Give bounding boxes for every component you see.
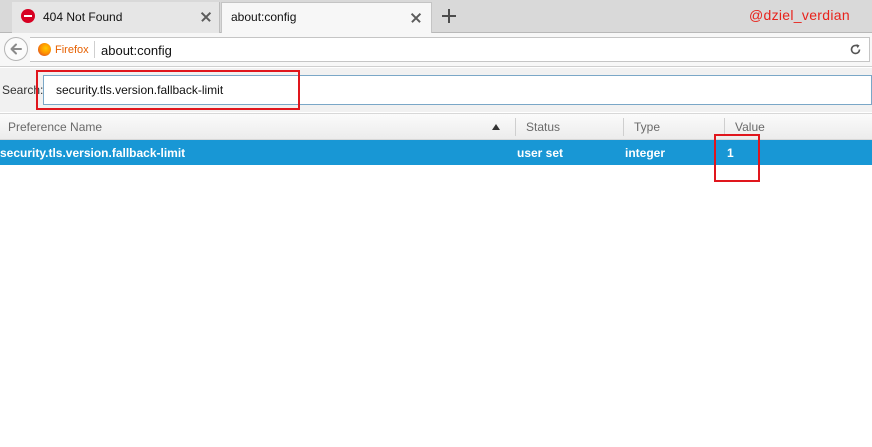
navigation-bar: Firefox about:config	[0, 33, 872, 67]
close-icon[interactable]	[408, 10, 424, 26]
preference-name-cell: security.tls.version.fallback-limit	[0, 146, 186, 160]
search-label: Search:	[2, 83, 44, 97]
reload-icon[interactable]	[849, 43, 862, 56]
firefox-logo-icon	[38, 43, 51, 56]
close-icon[interactable]	[198, 9, 214, 25]
identity-box[interactable]: Firefox	[38, 43, 89, 56]
tab-title: about:config	[231, 10, 297, 24]
column-divider[interactable]	[724, 118, 725, 136]
tab-about-config[interactable]: about:config	[221, 2, 432, 34]
column-header-row: Preference Name Status Type Value	[0, 113, 872, 140]
table-row[interactable]: security.tls.version.fallback-limit user…	[0, 140, 872, 165]
column-divider[interactable]	[515, 118, 516, 136]
identity-separator	[94, 41, 95, 58]
search-input[interactable]	[43, 75, 872, 105]
arrow-left-icon	[10, 43, 22, 55]
sort-ascending-icon	[492, 124, 500, 130]
tab-strip: 404 Not Found about:config @dziel_verdia…	[0, 0, 872, 34]
tab-404-not-found[interactable]: 404 Not Found	[12, 2, 220, 33]
column-header-type[interactable]: Type	[634, 120, 660, 134]
status-cell: user set	[517, 146, 564, 160]
watermark-text: @dziel_verdian	[749, 7, 850, 23]
back-button[interactable]	[4, 37, 28, 61]
value-cell: 1	[727, 146, 734, 160]
column-divider[interactable]	[623, 118, 624, 136]
error-icon	[21, 9, 35, 23]
column-header-value[interactable]: Value	[735, 120, 765, 134]
identity-label: Firefox	[55, 43, 89, 56]
search-row: Search:	[0, 68, 872, 112]
url-bar[interactable]: Firefox about:config	[30, 37, 870, 62]
column-header-preference-name[interactable]: Preference Name	[8, 120, 102, 134]
url-text[interactable]: about:config	[101, 43, 172, 58]
tab-title: 404 Not Found	[43, 10, 123, 24]
browser-window: 404 Not Found about:config @dziel_verdia…	[0, 0, 872, 447]
column-header-status[interactable]: Status	[526, 120, 560, 134]
new-tab-plus-icon[interactable]	[441, 8, 457, 24]
type-cell: integer	[625, 146, 666, 160]
